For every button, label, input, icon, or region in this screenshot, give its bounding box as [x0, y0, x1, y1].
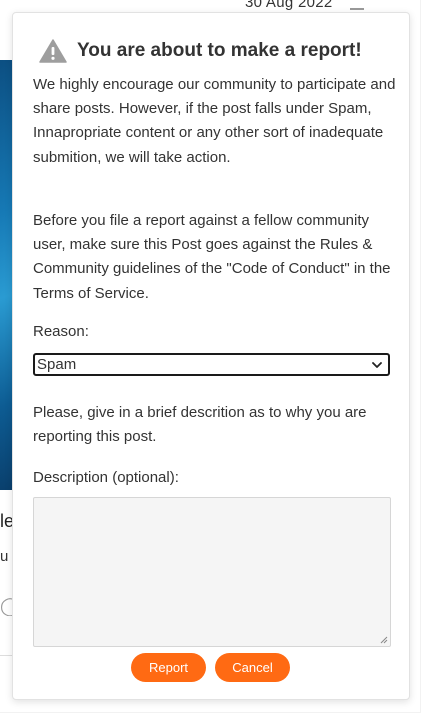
report-button[interactable]: Report: [131, 653, 206, 682]
resize-handle-icon[interactable]: [380, 636, 388, 644]
modal-header: You are about to make a report!: [39, 39, 362, 63]
post-date: 30 Aug 2022: [245, 0, 333, 11]
intro-paragraph: We highly encourage our community to par…: [33, 76, 396, 166]
warning-icon: [39, 39, 67, 63]
comment-icon: ◯: [0, 596, 12, 616]
reason-label: Reason:: [33, 323, 89, 340]
post-divider: [0, 655, 12, 656]
description-label: Description (optional):: [33, 469, 179, 486]
post-title-fragment: le: [0, 511, 12, 531]
description-textarea[interactable]: [33, 497, 391, 647]
post-menu-icon[interactable]: [350, 8, 364, 10]
post-image: [0, 60, 12, 490]
chevron-down-icon: [372, 361, 382, 368]
guidelines-paragraph: Before you file a report against a fello…: [33, 212, 391, 302]
cancel-button[interactable]: Cancel: [215, 653, 290, 682]
post-body-fragment: u: [0, 548, 9, 565]
description-instructions: Please, give in a brief descrition as to…: [33, 404, 367, 446]
modal-title: You are about to make a report!: [77, 40, 362, 61]
reason-select[interactable]: Spam: [33, 353, 390, 376]
reason-select-value: Spam: [37, 356, 77, 373]
report-modal: You are about to make a report! We highl…: [12, 12, 410, 700]
